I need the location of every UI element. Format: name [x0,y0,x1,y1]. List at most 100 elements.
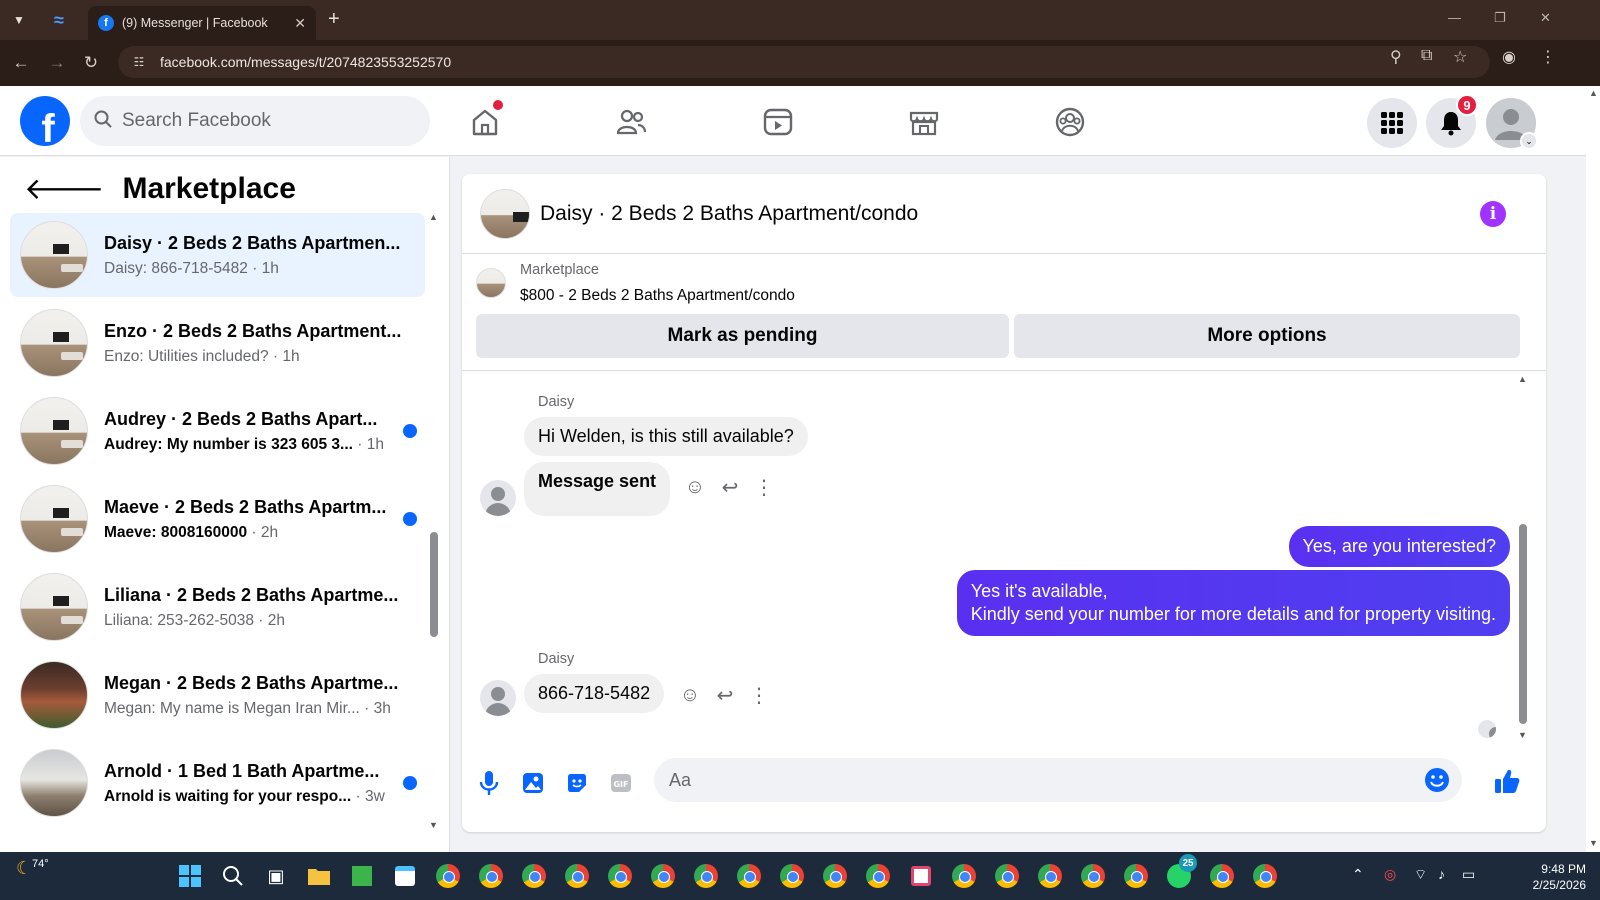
close-window-icon[interactable]: ✕ [1540,10,1551,26]
chrome-window-button[interactable] [821,862,849,890]
chat-title[interactable]: Daisy · 2 Beds 2 Baths Apartment/condo [540,202,918,226]
back-icon[interactable]: ← [10,52,32,74]
wifi-icon[interactable]: ⌔ [1414,866,1427,884]
nav-friends[interactable] [611,102,651,142]
browser-menu-icon[interactable]: ⋮ [1540,47,1556,67]
install-app-icon[interactable]: ⧉ [1421,47,1432,65]
react-emoji-icon[interactable]: ☺ [677,682,703,708]
task-view-button[interactable]: ▣ [262,862,290,890]
chrome-window-button[interactable] [950,862,978,890]
chrome-window-button[interactable] [563,862,591,890]
more-actions-icon[interactable]: ⋮ [751,474,777,500]
chrome-window-button[interactable] [778,862,806,890]
chrome-window-button[interactable] [735,862,763,890]
search-taskbar-button[interactable] [219,862,247,890]
snipping-tool-button[interactable] [907,862,935,890]
chrome-window-button[interactable] [606,862,634,890]
whatsapp-button[interactable]: 25 [1165,854,1197,890]
chat-listing-avatar[interactable] [480,188,530,239]
weather-widget[interactable]: ☾ 74° [16,858,49,879]
chrome-window-button[interactable] [1079,862,1107,890]
start-button[interactable] [176,862,204,890]
profile-icon[interactable]: ◉ [1502,47,1516,67]
close-tab-icon[interactable]: ✕ [294,15,306,32]
chrome-window-button[interactable] [477,862,505,890]
scrollbar-thumb[interactable] [1519,524,1527,724]
chrome-window-button[interactable] [649,862,677,890]
account-button[interactable]: ⌄ [1486,98,1538,150]
nav-groups[interactable] [1050,102,1090,142]
sender-avatar[interactable] [480,680,516,716]
back-arrow-icon[interactable]: 🡐 [24,171,104,207]
message-sent-notice[interactable]: Message sent [524,462,671,516]
microphone-icon[interactable] [476,770,502,796]
outgoing-message[interactable]: Yes, are you interested? [1288,526,1510,567]
chat-scrollbar[interactable]: ▲ ▼ [1516,374,1530,744]
photo-icon[interactable] [520,770,546,796]
chrome-window-button[interactable] [520,862,548,890]
outgoing-message[interactable]: Yes it's available, Kindly send your num… [956,570,1510,636]
chrome-window-button[interactable] [692,862,720,890]
zoom-icon[interactable]: ⚲ [1390,47,1402,67]
nav-home[interactable] [465,100,505,142]
show-hidden-icons-chevron-icon[interactable]: ⌃ [1352,866,1364,883]
search-field[interactable]: Search Facebook [80,96,430,146]
new-tab-icon[interactable]: + [328,9,340,29]
react-emoji-icon[interactable]: ☺ [682,474,708,500]
tab-search-button[interactable]: ▼ [6,7,32,33]
chrome-window-button[interactable] [1036,862,1064,890]
incoming-message[interactable]: Hi Welden, is this still available? [524,417,808,456]
more-actions-icon[interactable]: ⋮ [746,682,772,708]
nav-video[interactable] [758,102,798,142]
gif-icon[interactable]: GIF [608,770,634,796]
message-input[interactable]: Aa [654,758,1462,802]
conversation-list-scrollbar[interactable]: ▲ ▼ [428,212,440,832]
forward-icon[interactable]: → [46,52,68,74]
scroll-down-icon[interactable]: ▼ [1589,838,1598,848]
menu-button[interactable] [1367,98,1417,148]
reply-icon[interactable]: ↩ [712,682,738,708]
restore-icon[interactable]: ❐ [1494,10,1506,26]
conversation-item[interactable]: Daisy · 2 Beds 2 Baths Apartmen... Daisy… [10,213,425,297]
site-settings-icon[interactable]: ☷ [130,53,148,71]
sticker-icon[interactable] [564,770,590,796]
conversation-item[interactable]: Arnold · 1 Bed 1 Bath Apartme... Arnold … [10,741,425,825]
conversation-item[interactable]: Megan · 2 Beds 2 Baths Apartme... Megan:… [10,653,425,737]
url-field[interactable]: ☷ facebook.com/messages/t/20748235532525… [118,46,1490,78]
scroll-down-icon[interactable]: ▼ [1518,730,1527,740]
reply-icon[interactable]: ↩ [717,474,743,500]
scrollbar-thumb[interactable] [430,532,438,637]
like-thumbs-up-icon[interactable] [1492,766,1522,796]
chrome-window-button[interactable] [1122,862,1150,890]
chrome-window-button[interactable] [434,862,462,890]
reload-icon[interactable]: ↻ [80,52,102,74]
chrome-window-button[interactable] [1251,862,1279,890]
chrome-window-button[interactable] [993,862,1021,890]
tab-messenger[interactable]: f (9) Messenger | Facebook ✕ [88,6,316,40]
nav-marketplace[interactable] [904,102,944,142]
conversation-item[interactable]: Enzo · 2 Beds 2 Baths Apartment... Enzo:… [10,301,425,385]
volume-icon[interactable]: ♪ [1438,866,1445,882]
incoming-message[interactable]: 866-718-5482 [524,674,665,713]
more-options-button[interactable]: More options [1014,314,1520,358]
edge-like-app-icon[interactable]: ≈ [46,7,72,33]
scroll-up-icon[interactable]: ▲ [1518,374,1527,384]
conversation-item[interactable]: Audrey · 2 Beds 2 Baths Apart... Audrey:… [10,389,425,473]
bookmark-star-icon[interactable]: ☆ [1453,47,1467,67]
conversation-item[interactable]: Maeve · 2 Beds 2 Baths Apartm... Maeve: … [10,477,425,561]
emoji-icon[interactable] [1424,767,1450,798]
app-button[interactable] [348,862,376,890]
scroll-down-icon[interactable]: ▼ [429,820,438,830]
sender-avatar[interactable] [480,480,516,516]
mark-as-pending-button[interactable]: Mark as pending [476,314,1009,358]
security-icon[interactable]: ◎ [1384,866,1396,883]
clock[interactable]: 9:48 PM 2/25/2026 [1533,861,1586,893]
page-scrollbar[interactable]: ▲ ▼ [1586,86,1600,852]
chrome-window-button[interactable] [1208,862,1236,890]
notifications-button[interactable]: 9 [1426,94,1478,148]
chrome-window-button[interactable] [864,862,892,890]
minimize-icon[interactable]: — [1448,10,1461,25]
store-button[interactable] [391,862,419,890]
battery-icon[interactable]: ▭ [1462,866,1475,883]
facebook-logo[interactable]: f [20,96,70,146]
